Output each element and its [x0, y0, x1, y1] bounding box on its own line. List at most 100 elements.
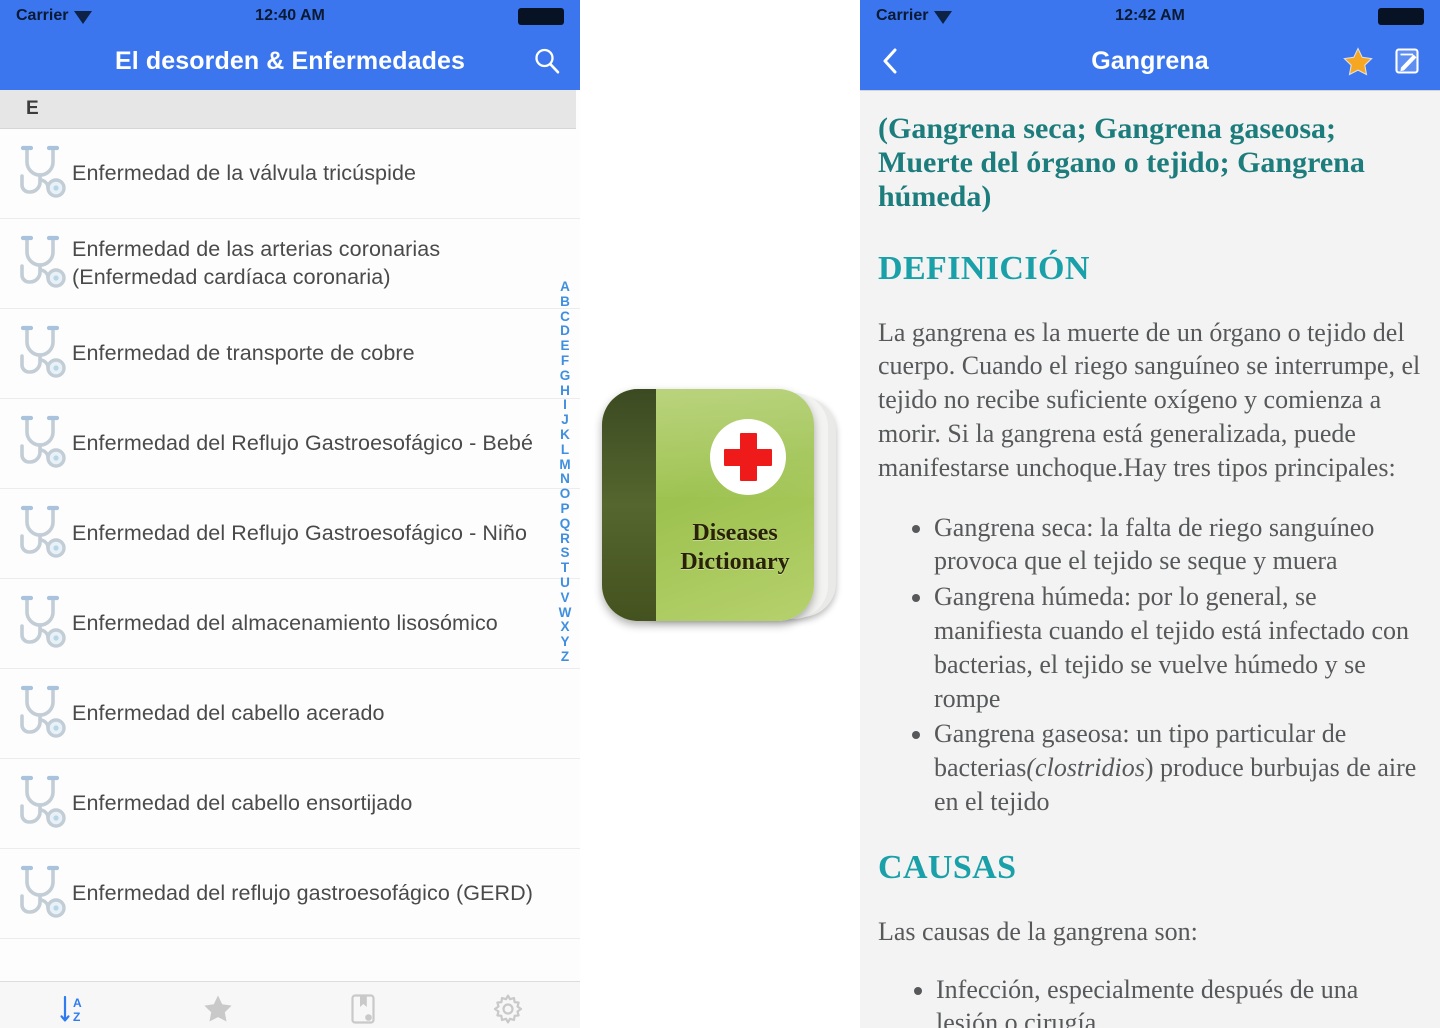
- stethoscope-icon: [10, 233, 72, 295]
- wifi-icon: [74, 10, 93, 24]
- carrier-group: Carrier: [16, 7, 93, 25]
- row-label: Enfermedad del reflujo gastroesofágico (…: [72, 880, 533, 905]
- stethoscope-icon: [10, 593, 72, 655]
- causas-lead: Las causas de la gangrena son:: [878, 916, 1198, 946]
- row-label: Enfermedad del cabello acerado: [72, 700, 385, 725]
- az-index-letter[interactable]: U: [560, 575, 570, 591]
- article-content[interactable]: (Gangrena seca; Gangrena gaseosa; Muerte…: [860, 90, 1440, 1028]
- table-row[interactable]: Enfermedad de transporte de cobre: [0, 309, 580, 399]
- stethoscope-icon: [10, 863, 72, 925]
- az-index-letter[interactable]: I: [563, 398, 567, 413]
- stethoscope-icon: [10, 143, 72, 205]
- stethoscope-icon: [10, 773, 72, 835]
- app-icon-area: Diseases Dictionary: [580, 0, 860, 1028]
- table-row[interactable]: Enfermedad del Reflujo Gastroesofágico -…: [0, 399, 580, 489]
- wifi-icon: [934, 10, 953, 24]
- table-row[interactable]: Enfermedad del cabello ensortijado: [0, 759, 580, 849]
- tab-bookmarks[interactable]: Bookmarks: [290, 992, 435, 1028]
- az-index-letter[interactable]: Y: [560, 634, 569, 650]
- page-title: El desorden & Enfermedades: [115, 46, 465, 75]
- az-index-letter[interactable]: C: [560, 309, 570, 325]
- app-icon-wrapper: Diseases Dictionary: [602, 389, 838, 625]
- table-row[interactable]: Enfermedad de la válvula tricúspide: [0, 129, 580, 219]
- az-index-letter[interactable]: T: [561, 560, 569, 576]
- note-edit-icon[interactable]: [1392, 46, 1422, 76]
- row-label: Enfermedad del almacenamiento lisosómico: [72, 610, 498, 635]
- az-index-letter[interactable]: K: [560, 427, 570, 443]
- az-index-letter[interactable]: P: [560, 501, 569, 517]
- az-index-letter[interactable]: W: [559, 605, 572, 621]
- az-index-letter[interactable]: R: [560, 531, 570, 547]
- battery-icon: [1378, 7, 1424, 25]
- az-index-letter[interactable]: S: [560, 546, 569, 561]
- heading-definicion: DEFINICIÓN: [878, 249, 1090, 287]
- table-row[interactable]: Enfermedad del reflujo gastroesofágico (…: [0, 849, 580, 939]
- az-index-letter[interactable]: E: [560, 338, 569, 354]
- carrier-label: Carrier: [876, 7, 929, 24]
- diseases-dictionary-app-icon[interactable]: Diseases Dictionary: [602, 389, 814, 621]
- table-row[interactable]: Enfermedad del almacenamiento lisosómico: [0, 579, 580, 669]
- az-index-letter[interactable]: Q: [560, 516, 571, 532]
- right-nav-bar: Gangrena: [860, 32, 1440, 90]
- az-index-letter[interactable]: V: [560, 590, 569, 606]
- star-icon: [202, 992, 234, 1026]
- app-name-line1: Diseases: [692, 520, 778, 546]
- az-index-letter[interactable]: X: [560, 620, 569, 635]
- stethoscope-icon: [10, 683, 72, 745]
- search-icon[interactable]: [532, 46, 562, 76]
- tipos-list: Gangrena seca: la falta de riego sanguín…: [878, 511, 1422, 819]
- az-index-letter[interactable]: F: [561, 353, 569, 369]
- row-label: Enfermedad del cabello ensortijado: [72, 790, 413, 815]
- nav-right-group: [1342, 46, 1422, 77]
- sort-az-icon: A Z: [58, 992, 88, 1026]
- screenshot-stage: Carrier 12:40 AM El desorden & Enfermeda…: [0, 0, 1440, 1028]
- table-row[interactable]: Enfermedad del Reflujo Gastroesofágico -…: [0, 489, 580, 579]
- star-icon[interactable]: [1342, 46, 1374, 77]
- right-status-bar: Carrier 12:42 AM: [860, 0, 1440, 32]
- article-subtitle: (Gangrena seca; Gangrena gaseosa; Muerte…: [878, 112, 1365, 213]
- az-index-letter[interactable]: N: [560, 472, 570, 487]
- carrier-label: Carrier: [16, 7, 69, 24]
- tab-indice-az[interactable]: A Z Índice A-Z: [0, 992, 145, 1028]
- az-index-letter[interactable]: A: [560, 279, 570, 295]
- list-item: Infección, especialmente después de una …: [936, 973, 1422, 1028]
- tab-configuracion[interactable]: Configuración: [435, 992, 580, 1028]
- az-index-letter[interactable]: B: [560, 294, 570, 310]
- az-index-letter[interactable]: O: [560, 486, 571, 502]
- az-index-letter[interactable]: J: [561, 412, 569, 428]
- svg-text:A: A: [73, 996, 82, 1010]
- row-label: Enfermedad de la válvula tricúspide: [72, 160, 417, 185]
- causas-list: Infección, especialmente después de una …: [878, 973, 1422, 1028]
- stethoscope-icon: [10, 323, 72, 385]
- az-index-letter[interactable]: Z: [561, 649, 569, 665]
- list-item: Gangrena húmeda: por lo general, se mani…: [934, 580, 1422, 715]
- cross-horizontal-bar: [724, 448, 772, 466]
- az-index-letter[interactable]: G: [560, 368, 571, 384]
- row-label: Enfermedad del Reflujo Gastroesofágico -…: [72, 520, 528, 545]
- table-row[interactable]: Enfermedad del cabello acerado: [0, 669, 580, 759]
- az-index-letter[interactable]: H: [560, 383, 570, 399]
- tab-favoritos[interactable]: Favoritos: [145, 992, 290, 1028]
- gaseosa-italic: (clostridios: [1026, 753, 1145, 783]
- row-label: Enfermedad de transporte de cobre: [72, 340, 415, 365]
- red-cross-icon: [710, 419, 786, 495]
- app-name-line2: Dictionary: [680, 549, 790, 576]
- stethoscope-icon: [10, 503, 72, 565]
- bookmark-page-icon: [349, 992, 377, 1026]
- az-index-strip[interactable]: A B C D E F G H I J K L M N O P Q R S T: [555, 279, 575, 665]
- svg-text:Z: Z: [73, 1010, 80, 1024]
- disease-list[interactable]: E A B C D E F G H I J K L M N O P Q R S: [0, 90, 580, 981]
- heading-causas: CAUSAS: [878, 848, 1017, 886]
- stethoscope-icon: [10, 413, 72, 475]
- left-tab-bar[interactable]: A Z Índice A-Z Favoritos: [0, 981, 580, 1028]
- definicion-paragraph: La gangrena es la muerte de un órgano o …: [878, 317, 1421, 482]
- az-index-letter[interactable]: L: [561, 442, 569, 458]
- gear-icon: [492, 992, 524, 1026]
- back-button[interactable]: [878, 46, 904, 76]
- left-status-bar: Carrier 12:40 AM: [0, 0, 580, 32]
- az-index-letter[interactable]: D: [560, 324, 570, 339]
- az-index-letter[interactable]: M: [559, 457, 570, 473]
- table-row[interactable]: Enfermedad de las arterias coronarias (E…: [0, 219, 580, 309]
- row-label: Enfermedad de las arterias coronarias (E…: [72, 237, 441, 289]
- left-nav-bar: El desorden & Enfermedades: [0, 32, 580, 90]
